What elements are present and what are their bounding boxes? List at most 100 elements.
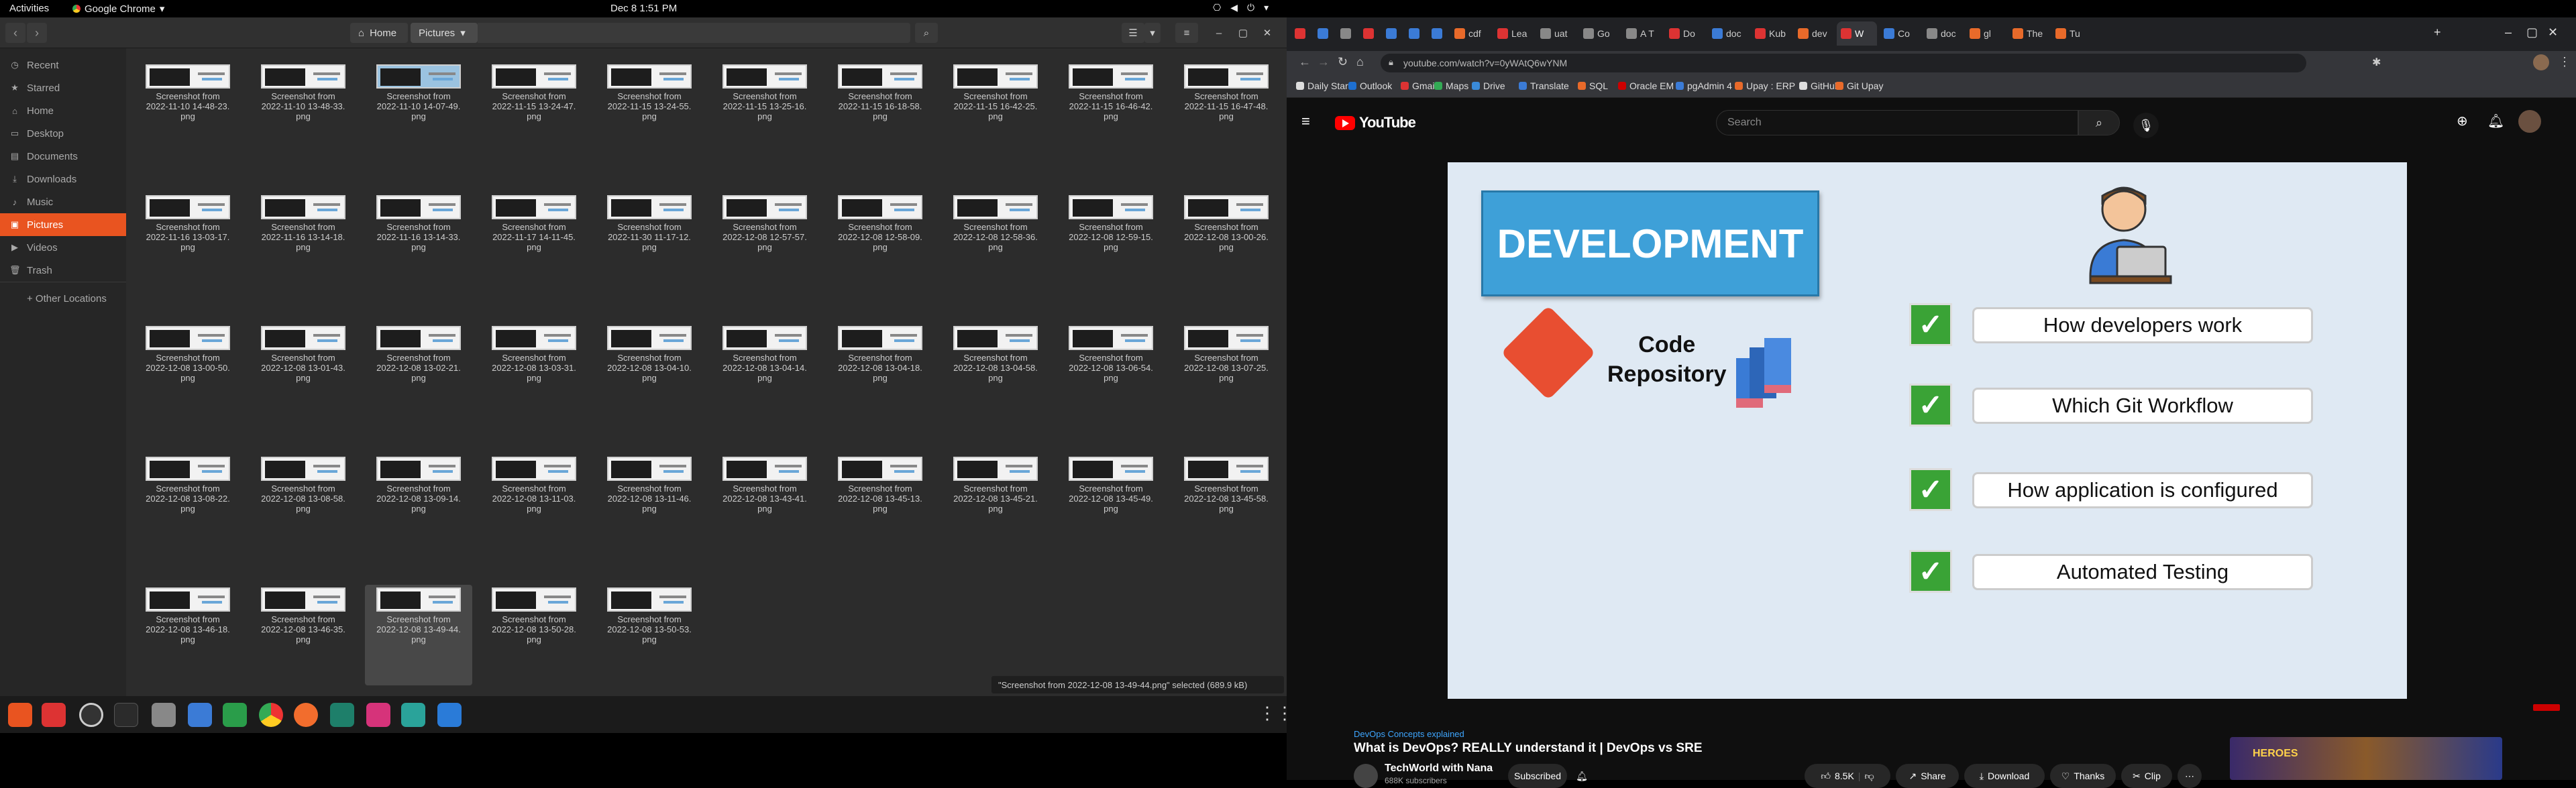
bookmark-item[interactable]: Oracle EM — [1618, 80, 1674, 91]
file-item[interactable]: Screenshot from 2022-12-08 13-45-21. png — [942, 454, 1049, 555]
breadcrumb-pictures[interactable]: Pictures ▾ — [411, 23, 478, 43]
extensions-icon[interactable]: ✱ — [2372, 56, 2381, 69]
file-item[interactable]: Screenshot from 2022-12-08 13-08-58. png — [250, 454, 357, 555]
browser-tab[interactable]: dev — [1794, 21, 1834, 46]
bookmark-item[interactable]: Maps — [1434, 80, 1468, 91]
search-button[interactable]: ⌕ — [2078, 110, 2120, 135]
pycharm-icon[interactable] — [401, 703, 425, 727]
browser-tab[interactable]: Do — [1665, 21, 1705, 46]
chrome-dock-icon[interactable] — [259, 703, 283, 727]
browser-tab[interactable]: A T — [1622, 21, 1662, 46]
file-item[interactable]: Screenshot from 2022-12-08 13-01-43. png — [250, 323, 357, 424]
clip-button[interactable]: ✂ Clip — [2121, 764, 2172, 788]
search-button[interactable]: ⌕ — [915, 23, 938, 43]
browser-tab[interactable] — [1405, 21, 1425, 46]
bookmark-item[interactable]: Gmail — [1401, 80, 1437, 91]
sidebar-item-music[interactable]: ♪ Music — [0, 190, 126, 213]
more-actions-button[interactable]: ⋯ — [2178, 764, 2202, 788]
writer-icon[interactable] — [188, 703, 212, 727]
sidebar-item-videos[interactable]: ▶ Videos — [0, 236, 126, 259]
file-item[interactable]: Screenshot from 2022-12-08 13-00-26. png — [1173, 192, 1280, 293]
sidebar-item-pictures[interactable]: ▣ Pictures — [0, 213, 126, 236]
file-item[interactable]: Screenshot from 2022-11-15 13-24-47. png — [480, 62, 588, 162]
terminal-icon[interactable] — [114, 703, 138, 727]
sidebar-item-recent[interactable]: ◷ Recent — [0, 54, 126, 76]
address-bar[interactable]: 🔒︎ youtube.com/watch?v=0yWAtQ6wYNM — [1381, 54, 2306, 72]
file-item[interactable]: Screenshot from 2022-12-08 13-50-53. png — [596, 585, 703, 685]
file-item[interactable]: Screenshot from 2022-12-08 12-59-15. png — [1057, 192, 1165, 293]
browser-tab[interactable] — [1359, 21, 1379, 46]
maximize-button[interactable]: ▢ — [1232, 23, 1254, 43]
video-progress[interactable] — [2533, 704, 2560, 711]
file-item[interactable]: Screenshot from 2022-11-15 13-24-55. png — [596, 62, 703, 162]
browser-tab[interactable]: uat — [1536, 21, 1576, 46]
menu-button[interactable]: ≡ — [1175, 23, 1198, 43]
browser-tab[interactable]: Kub — [1751, 21, 1791, 46]
file-item[interactable]: Screenshot from 2022-12-08 13-46-18. png — [134, 585, 241, 685]
youtube-logo[interactable]: YouTube — [1335, 114, 1416, 131]
show-apps-icon[interactable]: ⋮⋮ — [1258, 703, 1293, 723]
video-player[interactable]: DEVELOPMENT Code Repository ✓ How develo… — [1448, 162, 2407, 699]
file-item[interactable]: Screenshot from 2022-11-10 14-07-49. png — [365, 62, 472, 162]
clock[interactable]: Dec 8 1:51 PM — [610, 3, 677, 14]
browser-tab[interactable] — [1428, 21, 1448, 46]
file-item[interactable]: Screenshot from 2022-12-08 13-04-58. png — [942, 323, 1049, 424]
user-avatar[interactable] — [2518, 110, 2541, 133]
file-item[interactable]: Screenshot from 2022-11-16 13-14-33. png — [365, 192, 472, 293]
minimize-button[interactable]: – — [1208, 23, 1230, 43]
forward-icon[interactable]: → — [1318, 55, 1330, 69]
browser-tab[interactable]: Co — [1880, 21, 1920, 46]
file-item[interactable]: Screenshot from 2022-11-30 11-17-12. png — [596, 192, 703, 293]
file-item[interactable]: Screenshot from 2022-11-17 14-11-45. png — [480, 192, 588, 293]
back-icon[interactable]: ← — [1299, 55, 1311, 69]
file-item[interactable]: Screenshot from 2022-12-08 13-02-21. png — [365, 323, 472, 424]
file-item[interactable]: Screenshot from 2022-12-08 12-57-57. png — [711, 192, 818, 293]
kebab-menu-icon[interactable]: ⋮ — [2559, 55, 2571, 69]
create-icon[interactable]: ⊕ — [2457, 113, 2468, 129]
file-item[interactable]: Screenshot from 2022-12-08 13-11-46. png — [596, 454, 703, 555]
browser-tab[interactable]: doc — [1923, 21, 1963, 46]
file-item[interactable]: Screenshot from 2022-11-16 13-03-17. png — [134, 192, 241, 293]
file-item[interactable]: Screenshot from 2022-12-08 12-58-36. png — [942, 192, 1049, 293]
browser-tab[interactable]: gl — [1966, 21, 2006, 46]
browser-tab[interactable] — [1336, 21, 1356, 46]
sidebar-item-trash[interactable]: 🗑︎ Trash — [0, 259, 126, 282]
file-item[interactable]: Screenshot from 2022-11-10 14-48-23. png — [134, 62, 241, 162]
file-item[interactable]: Screenshot from 2022-11-15 16-42-25. png — [942, 62, 1049, 162]
maximize-button[interactable]: ▢ — [2526, 25, 2538, 40]
file-item[interactable]: Screenshot from 2022-12-08 13-04-10. png — [596, 323, 703, 424]
close-button[interactable]: ✕ — [1256, 23, 1279, 43]
bookmark-item[interactable]: GitHub — [1799, 80, 1840, 91]
file-item[interactable]: Screenshot from 2022-12-08 13-04-14. png — [711, 323, 818, 424]
hamburger-icon[interactable]: ≡ — [1301, 113, 1310, 130]
bookmark-item[interactable]: Git Upay — [1835, 80, 1883, 91]
subscribed-button[interactable]: Subscribed — [1508, 764, 1567, 788]
bookmark-item[interactable]: Drive — [1472, 80, 1505, 91]
home-icon[interactable]: ⌂ — [1356, 55, 1364, 69]
file-item[interactable]: Screenshot from 2022-12-08 13-43-41. png — [711, 454, 818, 555]
file-item[interactable]: Screenshot from 2022-12-08 13-00-50. png — [134, 323, 241, 424]
file-item[interactable]: Screenshot from 2022-12-08 13-07-25. png — [1173, 323, 1280, 424]
download-button[interactable]: ⤓ Download — [1964, 764, 2045, 788]
back-button[interactable]: ‹ — [5, 23, 25, 43]
anydesk-icon[interactable] — [42, 703, 66, 727]
new-tab-button[interactable]: + — [2434, 25, 2441, 40]
bookmark-item[interactable]: Translate — [1519, 80, 1569, 91]
file-item[interactable]: Screenshot from 2022-12-08 13-49-44. png — [365, 585, 472, 685]
browser-tab[interactable]: Go — [1579, 21, 1619, 46]
ubuntu-software-icon[interactable] — [8, 703, 32, 727]
bookmark-item[interactable]: Daily Star — [1296, 80, 1348, 91]
sidebar-item-desktop[interactable]: ▭ Desktop — [0, 122, 126, 145]
microphone-icon[interactable]: 🎙︎ — [2133, 113, 2159, 138]
sidebar-item-other-locations[interactable]: + Other Locations — [0, 287, 126, 310]
browser-tab[interactable]: doc — [1708, 21, 1748, 46]
app-menu[interactable]: Google Chrome ▾ — [72, 3, 164, 15]
vscode-icon[interactable] — [437, 703, 462, 727]
file-item[interactable]: Screenshot from 2022-12-08 13-46-35. png — [250, 585, 357, 685]
obs-icon[interactable] — [79, 703, 103, 727]
sidebar-item-downloads[interactable]: ⤓ Downloads — [0, 168, 126, 190]
file-item[interactable]: Screenshot from 2022-12-08 13-11-03. png — [480, 454, 588, 555]
file-item[interactable]: Screenshot from 2022-11-15 16-46-42. png — [1057, 62, 1165, 162]
calc-icon[interactable] — [223, 703, 247, 727]
close-button[interactable]: ✕ — [2548, 25, 2558, 40]
